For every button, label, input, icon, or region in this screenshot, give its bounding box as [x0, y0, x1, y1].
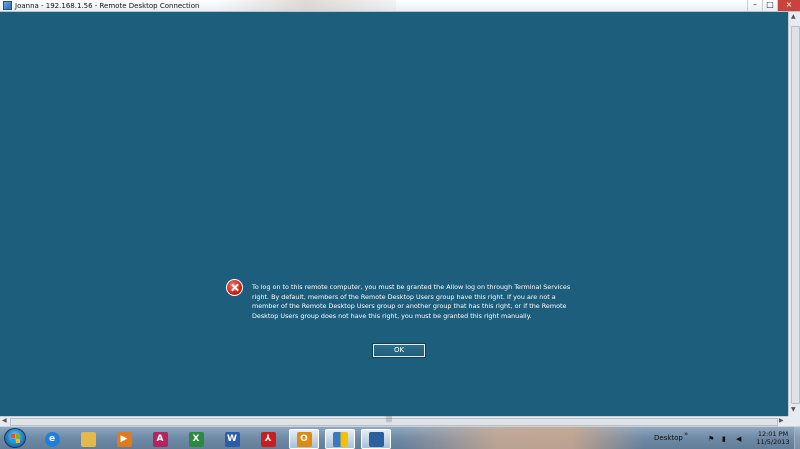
toolbar-chevron-icon[interactable]: » [684, 430, 688, 438]
wallpaper-peek [400, 427, 645, 449]
show-desktop-button[interactable] [794, 427, 800, 449]
clock-time: 12:01 PM [757, 430, 789, 438]
horizontal-scroll-thumb[interactable] [10, 418, 778, 426]
scroll-down-arrow-icon[interactable]: ▼ [791, 406, 796, 413]
start-button[interactable] [4, 428, 26, 448]
minimize-button[interactable]: – [747, 0, 762, 11]
background-blur [216, 0, 396, 11]
taskbar-internet-explorer[interactable]: e [37, 429, 67, 449]
acrobat-icon: ⅄ [260, 431, 276, 447]
maximize-button[interactable]: □ [762, 0, 777, 11]
title-bar: Joanna - 192.168.1.56 - Remote Desktop C… [0, 0, 800, 12]
windows-explorer-icon [80, 431, 96, 447]
scrollbar-corner [788, 416, 800, 426]
media-player-icon: ▶ [116, 431, 132, 447]
error-message: To log on to this remote computer, you m… [252, 283, 571, 321]
scroll-left-arrow-icon[interactable]: ◀ [2, 417, 7, 424]
desktop-toolbar-label[interactable]: Desktop [654, 434, 683, 442]
taskbar-access[interactable]: A [145, 429, 175, 449]
taskbar-word[interactable]: W [217, 429, 247, 449]
taskbar-media-player[interactable]: ▶ [109, 429, 139, 449]
vertical-scroll-thumb[interactable] [791, 26, 800, 404]
remote-desktop-app-icon [3, 1, 12, 10]
close-button[interactable]: × [777, 0, 800, 11]
system-clock[interactable]: 12:01 PM 11/5/2013 [752, 430, 794, 446]
access-icon: A [152, 431, 168, 447]
tray-flag-icon[interactable]: ⚑ [708, 435, 714, 443]
excel-icon: X [188, 431, 204, 447]
volume-icon[interactable]: ◀ [736, 435, 741, 443]
windows-start-icon [11, 434, 20, 443]
taskbar: e ▶ A X W ⅄ O Desktop » ⚑ ▮ ◀ 12:01 PM 1… [0, 426, 800, 449]
network-icon[interactable]: ▮ [722, 435, 726, 443]
ok-button[interactable]: OK [372, 343, 426, 358]
word-icon: W [224, 431, 240, 447]
taskbar-acrobat[interactable]: ⅄ [253, 429, 283, 449]
security-shield-icon [332, 431, 348, 447]
scroll-up-arrow-icon[interactable]: ▲ [791, 13, 796, 20]
internet-explorer-icon: e [44, 431, 60, 447]
taskbar-security[interactable] [325, 429, 355, 449]
error-icon [226, 279, 243, 296]
scroll-right-arrow-icon[interactable]: ▶ [779, 417, 784, 424]
vertical-scrollbar[interactable]: ▲ ▼ [788, 12, 800, 416]
taskbar-outlook[interactable]: O [289, 429, 319, 449]
scroll-grip-icon: ||| [386, 416, 393, 423]
taskbar-windows-explorer[interactable] [73, 429, 103, 449]
taskbar-remote-desktop[interactable] [361, 429, 391, 449]
clock-date: 11/5/2013 [756, 438, 790, 446]
window-title: Joanna - 192.168.1.56 - Remote Desktop C… [15, 1, 200, 10]
outlook-icon: O [296, 431, 312, 447]
taskbar-excel[interactable]: X [181, 429, 211, 449]
horizontal-scrollbar[interactable]: ◀ ||| ▶ [0, 416, 788, 426]
window-controls: – □ × [747, 0, 800, 12]
remote-desktop-icon [368, 431, 384, 447]
